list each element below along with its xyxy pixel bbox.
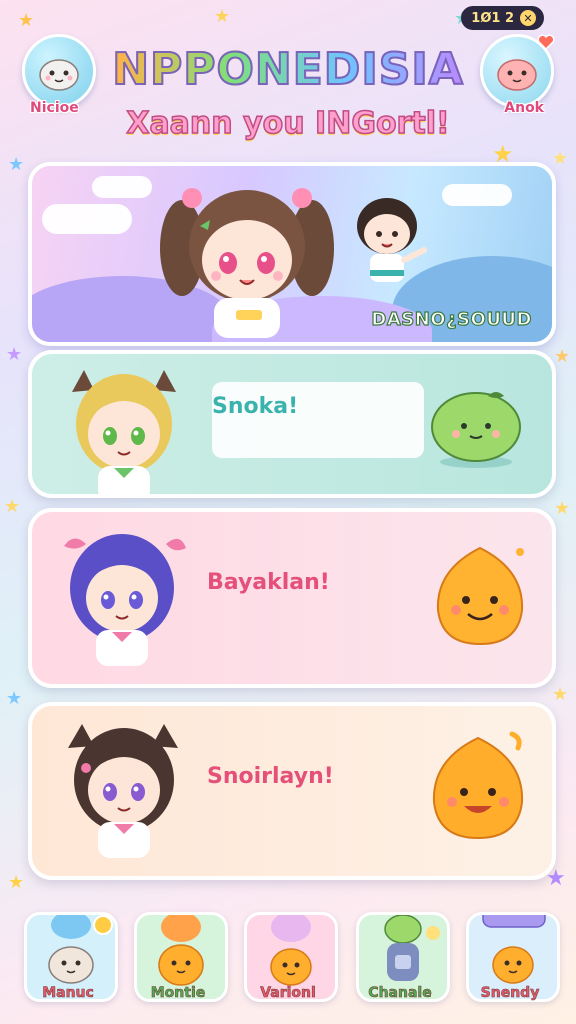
quest-card-1[interactable]: Snoka!	[28, 350, 556, 498]
chibi-blonde-character	[72, 370, 176, 494]
star-icon: ★	[552, 684, 569, 705]
quest-card-2[interactable]: Bayaklan!	[28, 508, 556, 688]
chibi-girl-character	[160, 188, 334, 338]
pet-icon	[482, 908, 546, 984]
card-title: Bayaklan!	[207, 570, 330, 595]
pet-icon	[48, 911, 113, 984]
chibi-catgirl-character	[68, 724, 178, 858]
currency-value: 1Ø1 2	[471, 10, 514, 26]
quest-card-3[interactable]: Snoirlayn!	[28, 702, 556, 880]
featured-banner[interactable]: DASNO¿SOUUD	[28, 162, 556, 346]
card-title: Snoka!	[212, 394, 299, 419]
nav-label: Snendy	[480, 985, 540, 1002]
star-icon: ★	[8, 872, 25, 893]
pet-icon	[384, 914, 440, 981]
star-icon: ★	[18, 10, 35, 31]
star-icon: ★	[4, 496, 21, 517]
cloud-decoration	[442, 184, 512, 206]
green-blob-creature	[431, 392, 521, 468]
currency-counter[interactable]: 1Ø1 2 ✕	[461, 6, 544, 30]
pet-icon	[158, 912, 204, 986]
orange-blob-creature	[436, 546, 524, 646]
orange-blob-creature	[432, 731, 524, 840]
game-subtitle: Xaann you INGortl!	[126, 105, 451, 142]
nav-label: Manuc	[42, 985, 94, 1002]
chibi-boy-character	[357, 198, 427, 282]
banner-caption: DASNO¿SOUUD	[371, 308, 532, 330]
cloud-decoration	[92, 176, 152, 198]
cloud-decoration	[42, 204, 132, 234]
nav-label: Varionl	[260, 985, 316, 1002]
star-icon: ★	[6, 344, 23, 365]
star-icon: ★	[8, 154, 25, 175]
nav-label: Chanale	[368, 985, 432, 1002]
nav-label: Montie	[150, 985, 206, 1002]
star-icon: ★	[554, 346, 571, 367]
card-title: Snoirlayn!	[207, 764, 334, 789]
close-icon[interactable]: ✕	[520, 10, 536, 26]
star-icon: ★	[6, 688, 23, 709]
chibi-purple-hair-character	[64, 534, 186, 666]
pet-icon	[270, 912, 312, 986]
star-icon: ★	[214, 6, 231, 27]
game-title: NPPONEDISIA	[0, 43, 576, 96]
star-icon: ★	[554, 498, 571, 519]
star-icon: ★	[552, 148, 569, 169]
